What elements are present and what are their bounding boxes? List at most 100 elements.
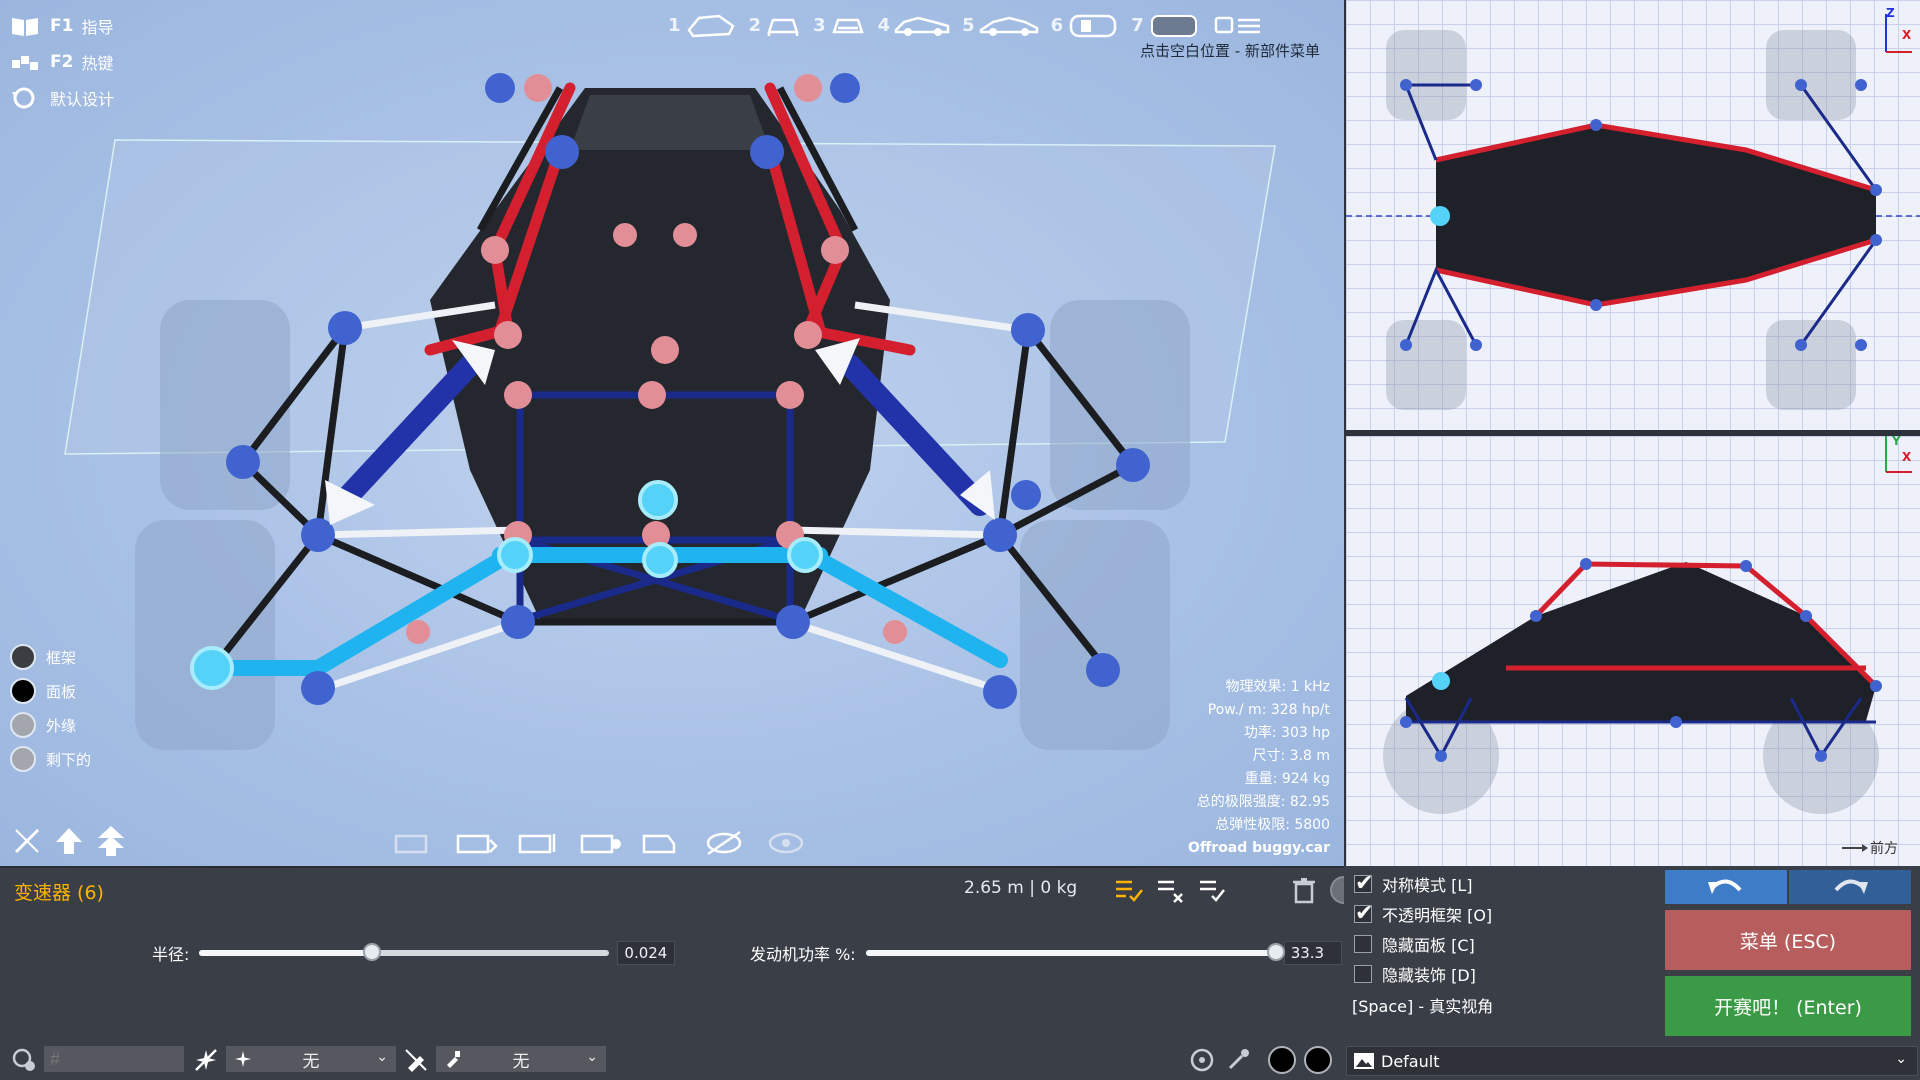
eye-slash-icon[interactable]	[700, 826, 748, 860]
view-mode-4-icon[interactable]	[576, 826, 624, 860]
app-window: F1 指导 F2 热键 默认设计 1 2 3 4 5 6 7 点击空白位置 - …	[0, 0, 1920, 1080]
dropdown-1-value: 无	[302, 1051, 320, 1072]
slider-thumb[interactable]	[362, 943, 381, 961]
preset-2-button[interactable]: 2	[749, 10, 802, 40]
car-side-icon	[894, 16, 950, 36]
undo-button[interactable]	[1665, 870, 1787, 904]
hotkeys-key: F2	[50, 52, 74, 72]
redo-button[interactable]	[1789, 870, 1911, 904]
stat-power: 功率: 303 hp	[1243, 725, 1330, 741]
default-design-button[interactable]: 默认设计	[10, 80, 114, 116]
radius-slider[interactable]	[199, 943, 610, 961]
engine-power-slider[interactable]	[865, 943, 1285, 961]
book-icon	[12, 18, 38, 36]
symmetry-checkbox[interactable]	[1354, 871, 1373, 896]
engine-power-value[interactable]: 33.3	[1283, 941, 1342, 965]
double-arrow-up-icon[interactable]	[94, 824, 128, 858]
wheel-paint-icon[interactable]	[1188, 1046, 1216, 1074]
legend-label: 剩下的	[46, 750, 92, 769]
preset-number: 7	[1131, 14, 1144, 36]
main-3d-viewport[interactable]: F1 指导 F2 热键 默认设计 1 2 3 4 5 6 7 点击空白位置 - …	[0, 0, 1344, 866]
camera-list-button[interactable]	[1212, 10, 1264, 40]
start-race-button[interactable]: 开赛吧！ (Enter)	[1665, 976, 1911, 1036]
car-side-long-icon	[979, 16, 1038, 36]
default-design-label: 默认设计	[50, 90, 115, 109]
legend-rim[interactable]: 外缘	[10, 708, 91, 742]
preset-7-button[interactable]: 7	[1131, 10, 1200, 40]
car-rear-icon	[831, 18, 864, 34]
color-swatch	[10, 678, 36, 704]
preset-5-button[interactable]: 5	[962, 10, 1039, 40]
legend-label: 外缘	[46, 716, 77, 735]
car-bottom-icon	[1150, 15, 1197, 37]
eyedropper-icon[interactable]	[1224, 1046, 1252, 1074]
view-mode-3-icon[interactable]	[514, 826, 562, 860]
legend-remaining[interactable]: 剩下的	[10, 742, 91, 776]
radius-value[interactable]: 0.024	[617, 941, 676, 965]
eye-icon[interactable]	[762, 826, 810, 860]
list-check-icon[interactable]	[1112, 874, 1144, 906]
sparkle-icon	[235, 1051, 251, 1067]
preset-4-button[interactable]: 4	[878, 10, 951, 40]
top-view[interactable]: Z X	[1346, 0, 1920, 430]
stat-weight: 重量: 924 kg	[1244, 771, 1330, 787]
preset-number: 1	[668, 14, 681, 36]
preset-6-button[interactable]: 6	[1051, 10, 1120, 40]
decal-dropdown-1[interactable]: 无 ⌄	[226, 1046, 396, 1072]
color-swatch	[10, 746, 36, 772]
preset-number: 5	[962, 14, 975, 36]
radius-slider-row: 半径: 0.024	[152, 938, 676, 968]
part-actions	[1112, 874, 1358, 906]
hotkeys-label: 热键	[81, 54, 114, 73]
top-view-model	[1346, 14, 1920, 410]
arrow-up-icon[interactable]	[52, 824, 86, 858]
legend-panel[interactable]: 面板	[10, 674, 91, 708]
hide-decor-label: 隐藏装饰 [D]	[1382, 966, 1476, 985]
car-top-icon	[1069, 14, 1117, 38]
list-remove-icon[interactable]	[1154, 874, 1186, 906]
buggy-3d-model[interactable]	[0, 0, 1344, 866]
redo-icon	[1834, 879, 1868, 894]
hide-panels-label: 隐藏面板 [C]	[1382, 936, 1475, 955]
hotkeys-button[interactable]: F2 热键	[10, 44, 114, 80]
view-tool-buttons	[390, 826, 824, 860]
hide-decor-toggle[interactable]: 隐藏装饰 [D]	[1354, 961, 1476, 987]
list-accept-icon[interactable]	[1196, 874, 1228, 906]
vehicle-stats: 物理效果: 1 kHz Pow./ m: 328 hp/t 功率: 303 hp…	[1188, 676, 1330, 860]
legend-frame[interactable]: 框架	[10, 640, 91, 674]
view-mode-5-icon[interactable]	[638, 826, 686, 860]
preset-3-button[interactable]: 3	[813, 10, 866, 40]
hide-panels-checkbox[interactable]	[1354, 935, 1372, 953]
sparkle-slash-icon[interactable]	[192, 1046, 220, 1074]
new-part-hint: 点击空白位置 - 新部件菜单	[1140, 42, 1320, 60]
hide-panels-toggle[interactable]: 隐藏面板 [C]	[1354, 931, 1475, 957]
brush-slash-icon[interactable]	[402, 1046, 430, 1074]
trash-icon[interactable]	[1288, 874, 1320, 906]
decal-dropdown-2[interactable]: 无 ⌄	[436, 1046, 606, 1072]
primary-color-swatch[interactable]	[1268, 1046, 1296, 1074]
search-input[interactable]	[44, 1046, 184, 1072]
slider-thumb[interactable]	[1266, 943, 1285, 961]
preset-1-button[interactable]: 1	[668, 10, 737, 40]
orthographic-views: Z X Y X 前方	[1344, 0, 1920, 866]
car-front-icon	[767, 18, 799, 36]
side-view[interactable]: Y X 前方	[1346, 436, 1920, 866]
search-replace-icon[interactable]	[10, 1046, 38, 1074]
top-left-menu: F1 指导 F2 热键 默认设计	[10, 8, 114, 116]
view-mode-1-icon[interactable]	[390, 826, 438, 860]
opaque-frame-toggle[interactable]: 不透明框架 [O]	[1354, 901, 1492, 927]
menu-button[interactable]: 菜单 (ESC)	[1665, 910, 1911, 970]
guide-button[interactable]: F1 指导	[10, 8, 114, 44]
pen-slash-icon[interactable]	[10, 824, 44, 858]
secondary-color-swatch[interactable]	[1304, 1046, 1332, 1074]
chevron-down-icon: ⌄	[1895, 1051, 1907, 1067]
arrow-right-icon	[1842, 844, 1868, 852]
hide-decor-checkbox[interactable]	[1354, 965, 1372, 983]
paint-preset-dropdown[interactable]: Default ⌄	[1346, 1046, 1918, 1076]
space-hint: [Space] - 真实视角	[1352, 997, 1494, 1016]
view-mode-2-icon[interactable]	[452, 826, 500, 860]
stat-physics: 物理效果: 1 kHz	[1225, 679, 1330, 695]
side-view-model	[1383, 436, 1912, 814]
opaque-frame-checkbox[interactable]	[1354, 901, 1373, 926]
symmetry-toggle[interactable]: 对称模式 [L]	[1354, 871, 1473, 897]
